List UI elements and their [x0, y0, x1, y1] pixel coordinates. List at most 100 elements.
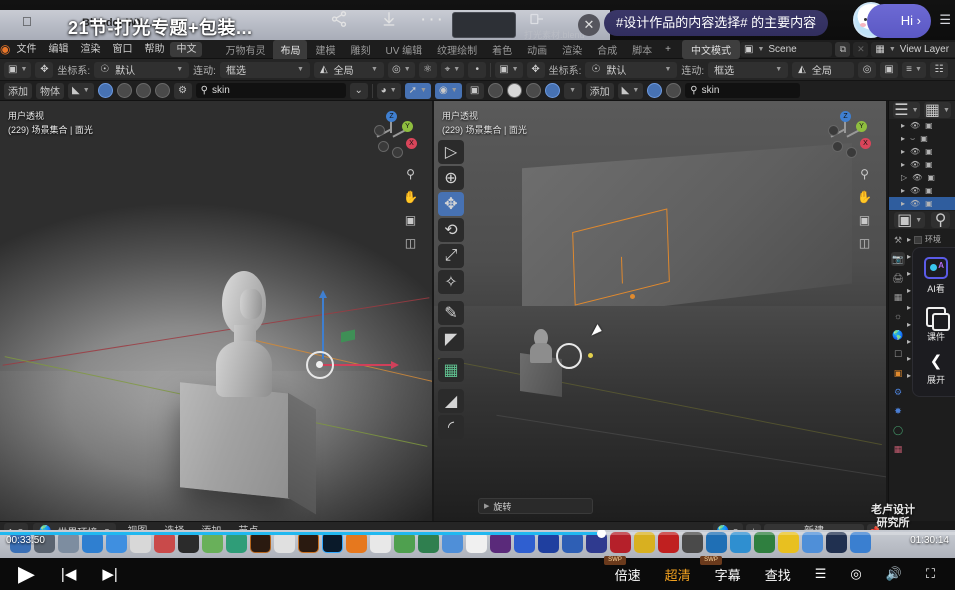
dock-icon[interactable] — [466, 532, 487, 553]
tab-collection[interactable]: ☐ — [891, 347, 905, 361]
orientation-dropdown-right[interactable]: ☉ 默认 ▼ — [585, 62, 677, 78]
chevron-right-icon[interactable]: ▸ — [907, 235, 911, 244]
object-mode-dropdown[interactable]: ◣▼ — [68, 83, 94, 99]
properties-editor-type-button[interactable]: ▣▼ — [894, 212, 925, 228]
playback-speed-button[interactable]: 倍速 — [615, 565, 641, 584]
play-button[interactable]: ▶ — [18, 561, 35, 587]
dock-icon[interactable] — [682, 532, 703, 553]
dock-icon[interactable] — [562, 532, 583, 553]
more-options-icon[interactable]: ··· — [420, 10, 445, 29]
dock-icon[interactable] — [346, 532, 367, 553]
camera-view-icon[interactable]: ▣ — [405, 213, 416, 227]
dock-icon[interactable] — [58, 532, 79, 553]
render-preview-button[interactable]: ⚙ — [174, 83, 192, 99]
view-layer-selector[interactable]: ▦ ▼ View Layer — [871, 42, 955, 57]
shading-preview-button-2[interactable] — [545, 83, 560, 98]
dock-icon[interactable] — [442, 532, 463, 553]
quality-button[interactable]: 超清 — [665, 565, 691, 584]
shading-material-button-2[interactable] — [507, 83, 522, 98]
previous-button[interactable]: |◀ — [61, 565, 76, 583]
workspace-tab-0[interactable]: 万物有灵 — [218, 40, 272, 59]
blender-logo-icon[interactable]: ◉ — [0, 42, 10, 56]
hi-button[interactable]: Hi › — [867, 4, 931, 38]
chevron-right-icon[interactable]: ▸ — [907, 337, 911, 346]
transform-pivot-button-right[interactable]: ✥ — [527, 62, 545, 78]
dock-icon[interactable] — [706, 532, 727, 553]
workspace-tab-10[interactable]: 脚本 — [625, 40, 659, 59]
add-menu-button[interactable]: 添加 — [4, 83, 32, 99]
search-clear-button[interactable]: ⌄ — [350, 83, 368, 99]
menu-file[interactable]: 文件 — [10, 40, 42, 59]
dock-icon[interactable] — [226, 532, 247, 553]
outliner-row[interactable]: ▷👁▣ — [889, 171, 955, 184]
chevron-right-icon[interactable]: ▷ — [901, 173, 907, 182]
properties-search-button[interactable]: ⚲ — [931, 212, 950, 228]
chevron-right-icon[interactable]: ▸ — [907, 320, 911, 329]
dock-icon[interactable] — [106, 532, 127, 553]
chevron-right-icon[interactable]: ▸ — [901, 134, 905, 143]
checkbox[interactable] — [914, 236, 922, 244]
snap-target-button[interactable]: ⌖▼ — [441, 62, 465, 78]
shading-solid-button-3[interactable] — [647, 83, 662, 98]
dock-icon[interactable] — [490, 532, 511, 553]
eye-icon[interactable]: 👁 — [910, 160, 920, 169]
fullscreen-icon[interactable]: ⛶ — [926, 566, 935, 582]
outliner-filter-button[interactable]: ≡▼ — [902, 62, 926, 78]
workspace-tab-2[interactable]: 建模 — [308, 40, 342, 59]
gizmo-axis-x-neg-dot-right[interactable] — [828, 125, 839, 136]
workspace-add-button[interactable]: + — [660, 42, 676, 57]
dock-icon[interactable] — [418, 532, 439, 553]
camera-view-icon[interactable]: ▣ — [859, 213, 870, 227]
menu-edit[interactable]: 编辑 — [42, 40, 74, 59]
dock-icon[interactable] — [778, 532, 799, 553]
shading-rendered-button[interactable] — [136, 83, 151, 98]
outliner-row-selected[interactable]: ▸👁▣ — [889, 197, 955, 210]
close-icon[interactable]: ✕ — [578, 14, 600, 36]
gizmo-axis-x-dot[interactable]: X — [406, 138, 417, 149]
dock-icon-photoshop[interactable] — [322, 532, 343, 553]
visibility-button[interactable]: ◕▼ — [377, 83, 401, 99]
viewport-left[interactable]: 用户透视 (229) 场景集合 | 面光 X Y Z ⚲ ✋ ▣ ◫ — [0, 101, 432, 521]
eye-icon[interactable]: 👁 — [910, 199, 920, 208]
menu-render[interactable]: 渲染 — [74, 40, 106, 59]
rotate-tool[interactable]: ⟲ — [438, 218, 464, 242]
object-menu-button[interactable]: 物体 — [36, 83, 64, 99]
chevron-left-icon[interactable]: ❮ — [930, 352, 943, 370]
props-editor-button[interactable]: ☷ — [930, 62, 948, 78]
eye-icon[interactable]: 👁 — [910, 186, 920, 195]
proportional-dot-button[interactable]: • — [468, 62, 486, 78]
volume-icon[interactable]: 🔊 — [886, 566, 902, 582]
chevron-right-icon[interactable]: ▸ — [907, 252, 911, 261]
ortho-toggle-icon[interactable]: ◫ — [405, 236, 416, 250]
property-row[interactable]: ▸环境 — [907, 231, 955, 248]
gizmo-axis-z[interactable] — [322, 297, 324, 359]
workspace-tab-6[interactable]: 着色 — [485, 40, 519, 59]
menu-help[interactable]: 帮助 — [138, 40, 170, 59]
dock-icon[interactable] — [514, 532, 535, 553]
next-button[interactable]: ▶| — [102, 565, 117, 583]
light-origin-dot[interactable] — [588, 353, 593, 358]
gizmo-axis-z-dot[interactable]: Z — [386, 111, 397, 122]
playlist-icon[interactable]: ☰ — [815, 566, 827, 582]
gizmo-axis-x-dot-right[interactable]: X — [860, 138, 871, 149]
eye-icon[interactable]: 👁 — [910, 147, 920, 156]
outliner-row[interactable]: ▸👁▣ — [889, 119, 955, 132]
gizmo-axis-z-neg-dot-right[interactable] — [846, 147, 857, 158]
ai-assistant-panel[interactable]: AI看 课件 ❮ 展开 — [912, 247, 955, 397]
editor-type-button[interactable]: ▣▼ — [4, 62, 31, 78]
xray-toggle-button[interactable]: ▣ — [880, 62, 898, 78]
camera-icon[interactable]: ▣ — [925, 186, 933, 195]
tab-scene[interactable]: ☼ — [891, 309, 905, 323]
add-cube-tool[interactable]: ▦ — [438, 358, 464, 382]
add-menu-button-2[interactable]: 添加 — [586, 83, 614, 99]
tab-render[interactable]: 📷 — [891, 252, 905, 266]
scale-tool[interactable]: ⤢ — [438, 244, 464, 268]
bust-mesh[interactable] — [214, 271, 274, 396]
chevron-right-icon[interactable]: ▸ — [907, 371, 911, 380]
annotate-tool[interactable]: ✎ — [438, 301, 464, 325]
gizmo-axis-y-neg-dot[interactable] — [378, 141, 389, 152]
chevron-right-icon[interactable]: ▸ — [907, 303, 911, 312]
proportional-edit-button[interactable]: ◎▼ — [388, 62, 415, 78]
gizmo-axis-y-neg-dot-right[interactable] — [832, 141, 843, 152]
tab-physics[interactable]: ◯ — [891, 423, 905, 437]
